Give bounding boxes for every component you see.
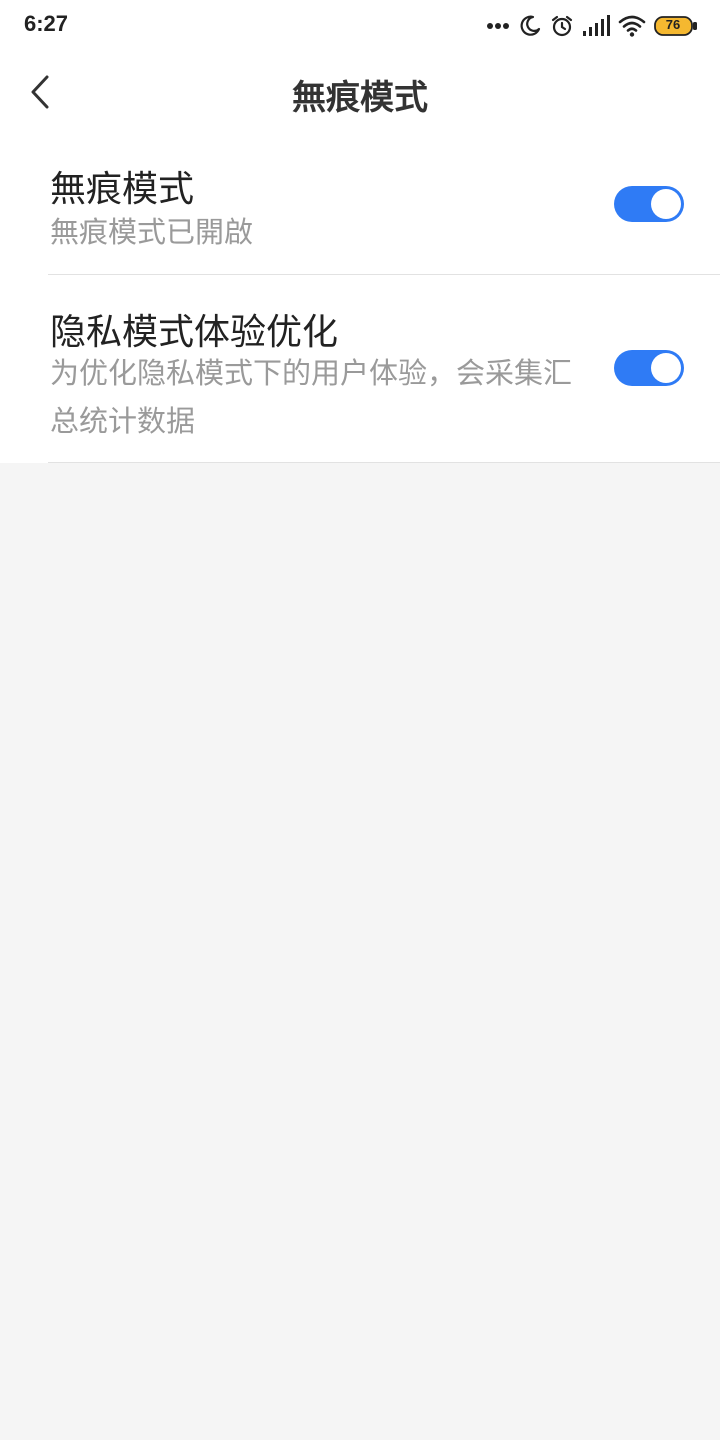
page-title: 無痕模式 [292,78,428,118]
setting-incognito-mode[interactable]: 無痕模式 無痕模式已開啟 [0,132,720,275]
alarm-icon [550,14,574,38]
moon-icon [518,14,542,38]
toggle-knob [651,353,681,383]
signal-icon [582,15,610,37]
battery-icon: 76 [654,16,698,36]
status-icons: 76 [478,12,698,40]
status-bar: 6:27 76 [0,0,720,52]
setting-privacy-optimization[interactable]: 隐私模式体验优化 为优化隐私模式下的用户体验，会采集汇总统计数据 [0,275,720,463]
toggle-knob [651,189,681,219]
more-dots-icon [486,22,510,30]
wifi-icon [618,15,646,37]
status-time: 6:27 [24,11,69,36]
setting-title: 隐私模式体验优化 [50,312,339,353]
setting-description: 为优化隐私模式下的用户体验，会采集汇总统计数据 [50,356,573,438]
setting-description: 無痕模式已開啟 [50,215,254,249]
divider [48,462,720,463]
incognito-mode-toggle[interactable] [614,186,684,222]
setting-title: 無痕模式 [50,169,195,210]
header: 無痕模式 [0,52,720,132]
privacy-optimization-toggle[interactable] [614,350,684,386]
battery-level: 76 [665,17,681,32]
